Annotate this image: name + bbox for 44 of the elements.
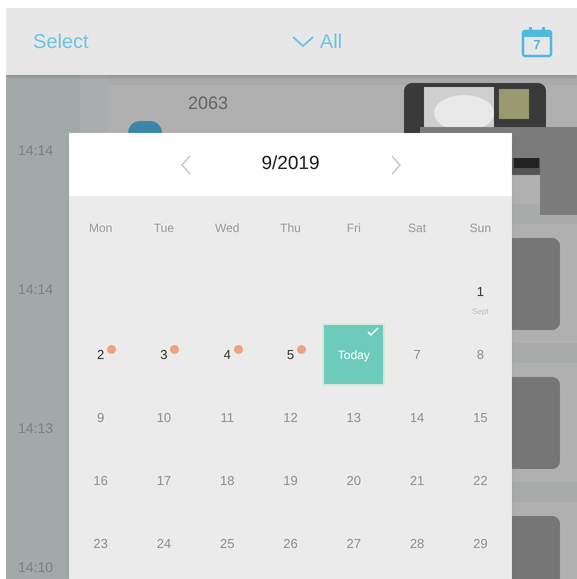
select-button[interactable]: Select xyxy=(33,26,113,56)
day-number[interactable]: 2 xyxy=(97,344,104,364)
day-number[interactable]: 9 xyxy=(97,408,104,428)
weekday-label: Sat xyxy=(408,220,426,237)
check-icon xyxy=(367,327,380,337)
day-number[interactable]: 7 xyxy=(413,344,421,364)
weekday-label: Tue xyxy=(154,220,174,237)
day-number[interactable]: 16 xyxy=(93,470,108,490)
day-number[interactable]: 15 xyxy=(473,408,488,428)
filter-dropdown[interactable]: All xyxy=(292,26,342,56)
day-number[interactable]: 12 xyxy=(283,408,298,428)
weekday-label: Mon xyxy=(88,220,112,237)
day-number[interactable]: 3 xyxy=(160,344,168,364)
day-number[interactable]: 29 xyxy=(473,534,488,554)
month-label: 9/2019 xyxy=(260,152,321,176)
day-number[interactable]: 10 xyxy=(156,408,172,428)
chevron-right-icon xyxy=(390,154,400,174)
day-number[interactable]: 5 xyxy=(286,344,294,364)
weekday-label: Sun xyxy=(470,220,492,237)
day-number[interactable]: 17 xyxy=(156,470,172,490)
day-number[interactable]: 20 xyxy=(346,470,362,490)
day-number[interactable]: 14 xyxy=(410,408,424,428)
weekday-label: Wed xyxy=(214,220,240,237)
day-number[interactable]: 13 xyxy=(346,408,362,428)
day-number[interactable]: 22 xyxy=(473,470,488,490)
day-number[interactable]: 11 xyxy=(220,408,234,428)
day-number[interactable]: 25 xyxy=(220,534,234,554)
day-number[interactable]: 26 xyxy=(283,534,298,554)
day-number[interactable]: 27 xyxy=(346,534,362,554)
day-number[interactable]: 4 xyxy=(224,344,231,364)
weekday-label: Fri xyxy=(346,220,361,237)
day-number[interactable]: 8 xyxy=(476,344,484,364)
item-title: 2063 xyxy=(188,92,228,115)
chevron-down-icon xyxy=(292,36,314,48)
day-number[interactable]: 1 xyxy=(476,282,484,302)
today-cell[interactable]: Today xyxy=(322,323,386,386)
day-number[interactable]: 24 xyxy=(156,534,172,554)
day-number[interactable]: 19 xyxy=(283,470,298,490)
weekday-label: Thu xyxy=(280,220,301,237)
day-number[interactable]: 21 xyxy=(410,470,424,490)
chevron-left-icon xyxy=(180,154,190,174)
day-number[interactable]: 18 xyxy=(220,470,234,490)
day-number[interactable]: 28 xyxy=(410,534,424,554)
day-number[interactable]: 23 xyxy=(93,534,108,554)
